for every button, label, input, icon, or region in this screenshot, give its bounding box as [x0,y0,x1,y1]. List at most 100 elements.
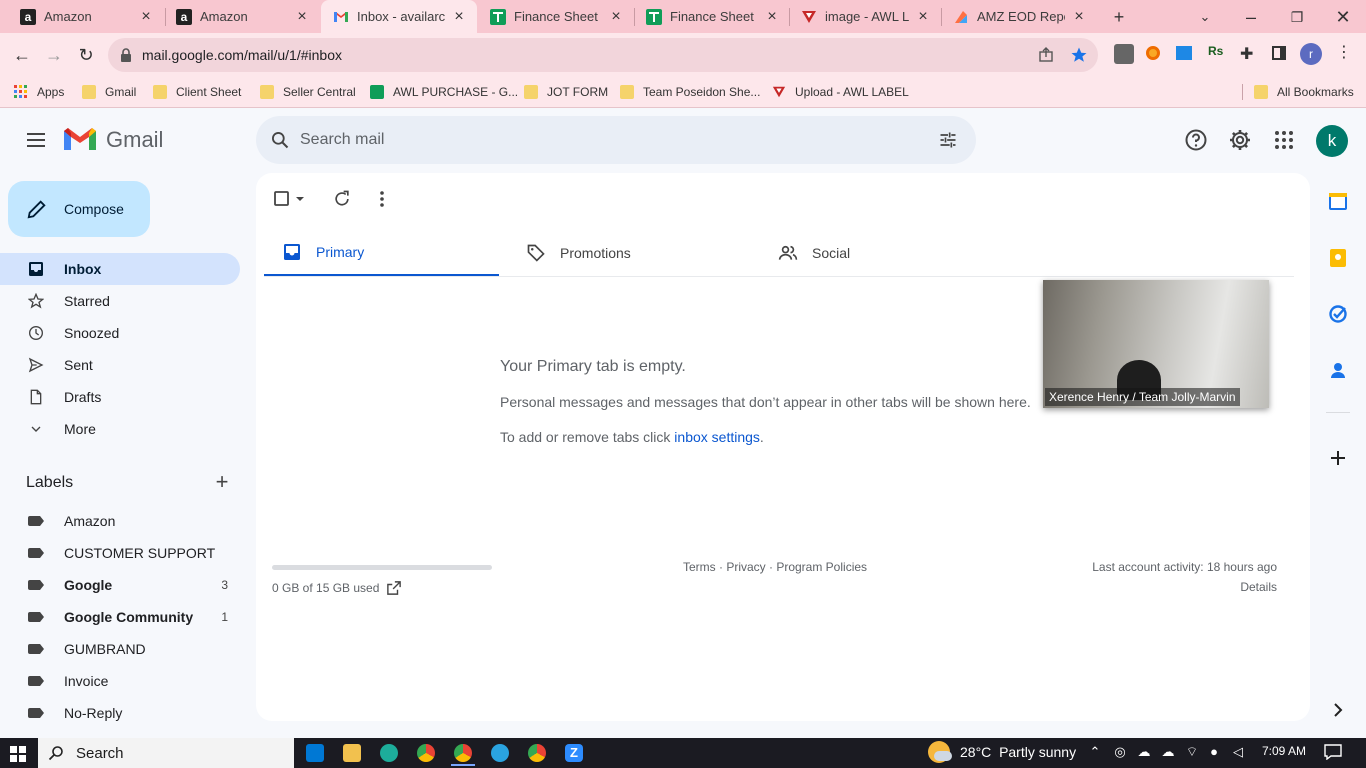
browser-tab-amazon-1[interactable]: a Amazon × [8,0,164,33]
new-tab-plus-icon[interactable]: + [1108,6,1130,28]
bookmark-apps[interactable]: Apps [14,82,64,102]
tasks-icon[interactable] [1328,304,1348,324]
activity-details-link[interactable]: Details [1240,580,1277,594]
tab-promotions[interactable]: Promotions [508,229,748,277]
bookmark-seller-central[interactable]: Seller Central [260,82,356,102]
footer-policy-links[interactable]: Terms · Privacy · Program Policies [683,560,867,574]
onedrive-alt-cloud-icon[interactable]: ☁ [1160,744,1176,760]
wifi-icon[interactable]: ⌔ [1184,744,1200,760]
label-item-gumbrand[interactable]: GUMBRAND [0,633,240,665]
bookmark-client-sheet[interactable]: Client Sheet [153,82,241,102]
notification-center-icon[interactable] [1324,744,1342,760]
bookmark-star-icon[interactable] [1070,46,1088,64]
close-icon[interactable]: × [294,8,310,25]
more-actions-icon[interactable] [372,189,392,209]
help-icon[interactable] [1184,128,1208,152]
extension-orange-icon[interactable] [1146,46,1160,60]
bookmark-gmail[interactable]: Gmail [82,82,136,102]
compose-button[interactable]: Compose [8,181,150,237]
tab-social[interactable]: Social [760,229,1000,277]
google-apps-icon[interactable] [1272,128,1296,152]
add-addon-plus-icon[interactable] [1328,448,1348,468]
onedrive-cloud-icon[interactable]: ☁ [1136,744,1152,760]
tray-meet-icon[interactable]: ◎ [1112,744,1128,760]
side-panel-icon[interactable] [1272,46,1286,60]
extension-off-icon[interactable] [1114,44,1134,64]
search-icon[interactable] [270,130,290,150]
settings-gear-icon[interactable] [1228,128,1252,152]
add-label-plus-icon[interactable]: + [212,471,232,493]
bookmark-all-bookmarks[interactable]: All Bookmarks [1254,82,1354,102]
extension-fba-icon[interactable] [1176,46,1192,60]
bookmark-team-poseidon[interactable]: Team Poseidon She... [620,82,760,102]
close-icon[interactable]: × [1071,8,1087,25]
account-avatar[interactable]: k [1316,125,1348,157]
taskbar-search[interactable]: Search [38,738,294,768]
inbox-settings-link[interactable]: inbox settings [674,429,760,445]
bookmark-awl-purchase[interactable]: AWL PURCHASE - G... [370,82,518,102]
forward-arrow-icon[interactable]: → [42,43,66,67]
share-icon[interactable] [1038,47,1054,63]
tab-search-chevron-icon[interactable]: ⌄ [1194,6,1216,28]
browser-tab-eod-report[interactable]: AMZ EOD Report × [941,0,1097,33]
sidebar-item-inbox[interactable]: Inbox [0,253,240,285]
back-arrow-icon[interactable]: ← [10,43,34,67]
video-call-overlay[interactable]: Xerence Henry / Team Jolly-Marvin [1043,280,1269,408]
bookmark-upload-awl[interactable]: Upload - AWL LABEL [772,82,909,102]
chrome-profile-app-icon[interactable] [528,744,546,762]
browser-tab-finance-2[interactable]: Finance Sheet - a × [634,0,790,33]
edge-browser-icon[interactable] [380,744,398,762]
browser-tab-awl-image[interactable]: image - AWL LAB × [789,0,941,33]
label-item-amazon[interactable]: Amazon [0,505,240,537]
sidebar-item-snoozed[interactable]: Snoozed [0,317,240,349]
close-icon[interactable]: × [138,8,154,25]
store-app-icon[interactable] [306,744,324,762]
tray-chevron-up-icon[interactable]: ⌃ [1087,744,1103,760]
browser-tab-finance-1[interactable]: Finance Sheet - a × [478,0,634,33]
zoom-app-icon[interactable]: Z [565,744,583,762]
telegram-app-icon[interactable] [491,744,509,762]
label-item-customer-support[interactable]: CUSTOMER SUPPORT [0,537,240,569]
sidebar-item-drafts[interactable]: Drafts [0,381,240,413]
reload-icon[interactable]: ↻ [74,43,98,67]
restore-icon[interactable]: ❐ [1286,6,1308,28]
search-input[interactable] [300,126,900,154]
contacts-icon[interactable] [1328,360,1348,380]
calendar-icon[interactable] [1328,191,1348,211]
weather-widget[interactable]: 28°C Partly sunny [928,741,1076,763]
select-dropdown-caret-icon[interactable] [294,189,306,209]
browser-profile-avatar[interactable]: r [1300,43,1322,65]
close-icon[interactable]: × [608,8,624,25]
sidebar-item-more[interactable]: More [0,413,240,445]
bookmark-jot-form[interactable]: JOT FORM [524,82,608,102]
label-item-invoice[interactable]: Invoice [0,665,240,697]
main-menu-icon[interactable] [24,128,48,152]
taskbar-clock[interactable]: 7:09 AM [1262,744,1306,758]
keep-icon[interactable] [1328,248,1348,268]
refresh-icon[interactable] [332,189,352,209]
browser-menu-icon[interactable]: ⋮ [1336,42,1352,62]
chrome-app-icon[interactable] [417,744,435,762]
sidebar-item-sent[interactable]: Sent [0,349,240,381]
select-all-checkbox[interactable] [272,189,292,209]
close-icon[interactable]: × [915,8,931,25]
sidebar-item-starred[interactable]: Starred [0,285,240,317]
external-link-icon[interactable] [387,581,402,595]
label-item-google-community[interactable]: Google Community 1 [0,601,240,633]
tab-primary[interactable]: Primary [264,229,499,277]
label-item-google[interactable]: Google 3 [0,569,240,601]
browser-tab-inbox[interactable]: Inbox - availarc2C × [321,0,477,33]
minimize-icon[interactable]: – [1240,6,1262,28]
extension-rs-icon[interactable]: Rs [1208,44,1223,58]
file-explorer-icon[interactable] [343,744,361,762]
label-item-no-reply[interactable]: No-Reply [0,697,240,729]
window-close-icon[interactable]: ✕ [1332,6,1354,28]
chrome-active-app-icon[interactable] [454,744,472,762]
microphone-icon[interactable]: ● [1206,744,1222,760]
browser-tab-amazon-2[interactable]: a Amazon × [164,0,320,33]
windows-start-icon[interactable] [10,746,26,762]
address-bar[interactable]: mail.google.com/mail/u/1/#inbox [108,38,1098,72]
close-icon[interactable]: × [764,8,780,25]
close-icon[interactable]: × [451,8,467,25]
volume-icon[interactable]: ◁ [1230,744,1246,760]
